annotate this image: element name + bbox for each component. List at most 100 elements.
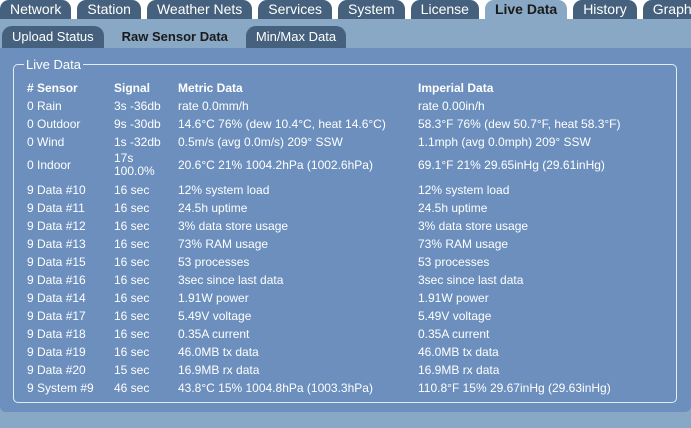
table-row-metric: 0.5m/s (avg 0.0m/s) 209° SSW [178, 135, 343, 149]
table-row-signal: 3s -36db [114, 99, 161, 113]
table-row-sensor: 9 Data #15 [27, 255, 86, 269]
table-row-signal: 16 sec [114, 255, 150, 269]
table-row-metric: 3sec since last data [178, 273, 284, 287]
table-row-metric: rate 0.0mm/h [178, 99, 249, 113]
table-row-imperial: 1.91W power [418, 291, 489, 305]
live-data-panel: Live Data # Sensor Signal Metric Data Imper… [0, 48, 691, 412]
table-row-signal: 9s -30db [114, 117, 161, 131]
table-row-sensor: 9 Data #14 [27, 291, 86, 305]
tab-services[interactable]: Services [258, 0, 332, 19]
table-header: # Sensor Signal Metric Data Imperial Data [14, 79, 674, 97]
table-row-metric: 46.0MB tx data [178, 345, 259, 359]
table-row-signal: 16 sec [114, 219, 150, 233]
table-row: 0 Outdoor 9s -30db 14.6°C 76% (dew 10.4°C,… [14, 115, 674, 133]
table-row-sensor: 9 Data #17 [27, 309, 86, 323]
table-row: 9 Data #17 16 sec 5.49V voltage 5.49V volta… [14, 307, 674, 325]
table-row-signal: 16 sec [114, 201, 150, 215]
table-row-sensor: 9 Data #10 [27, 183, 86, 197]
table-row-metric: 3% data store usage [178, 219, 289, 233]
table-row-signal: 16 sec [114, 291, 150, 305]
table-row: 9 Data #20 15 sec 16.9MB rx data 16.9MB rx … [14, 361, 674, 379]
table-row-sensor: 9 Data #12 [27, 219, 86, 233]
table-row-sensor: 9 Data #18 [27, 327, 86, 341]
table-row-imperial: 16.9MB rx data [418, 363, 500, 377]
table-row: 9 Data #13 16 sec 73% RAM usage 73% RAM usa… [14, 235, 674, 253]
table-row-imperial: rate 0.00in/h [418, 99, 485, 113]
table-row-signal: 16 sec [114, 327, 150, 341]
table-row-signal: 16 sec [114, 237, 150, 251]
table-row-imperial: 0.35A current [418, 327, 490, 341]
table-row-sensor: 0 Wind [27, 135, 65, 149]
table-row-sensor: 0 Outdoor [27, 117, 81, 131]
table-header-sensor: # Sensor [27, 81, 78, 95]
section-title: Live Data [26, 57, 81, 72]
subtab-upload-status[interactable]: Upload Status [2, 26, 104, 48]
table-row: 9 Data #18 16 sec 0.35A current 0.35A curre… [14, 325, 674, 343]
table-header-imperial: Imperial Data [418, 81, 494, 95]
table-row-imperial: 73% RAM usage [418, 237, 509, 251]
table-row-sensor: 9 Data #11 [27, 201, 85, 215]
tab-weather-nets[interactable]: Weather Nets [146, 0, 253, 19]
table-row-metric: 5.49V voltage [178, 309, 252, 323]
table-row: 9 Data #12 16 sec 3% data store usage 3% da… [14, 217, 674, 235]
table-row-signal: 16 sec [114, 309, 150, 323]
table-row-imperial: 3sec since last data [418, 273, 524, 287]
table-row-imperial: 5.49V voltage [418, 309, 492, 323]
table-row: 9 System #9 46 sec 43.8°C 15% 1004.8hPa (1… [14, 379, 674, 397]
table-row-imperial: 1.1mph (avg 0.0mph) 209° SSW [418, 135, 591, 149]
table-row-sensor: 9 System #9 [27, 381, 94, 395]
table-row-metric: 1.91W power [178, 291, 249, 305]
table-row-signal: 16 sec [114, 345, 150, 359]
table-row: 9 Data #11 16 sec 24.5h uptime 24.5h uptime [14, 199, 674, 217]
table-row-metric: 73% RAM usage [178, 237, 269, 251]
tab-license[interactable]: License [410, 0, 479, 19]
table-row-signal: 15 sec [114, 363, 150, 377]
table-row: 0 Indoor 17s 100.0% 20.6°C 21% 1004.2hPa (… [14, 151, 674, 179]
table-row: 9 Data #19 16 sec 46.0MB tx data 46.0MB tx … [14, 343, 674, 361]
table-row-imperial: 110.8°F 15% 29.67inHg (29.63inHg) [418, 381, 611, 395]
subtab-min-max-data[interactable]: Min/Max Data [245, 26, 347, 48]
sub-tab-bar: Upload Status Raw Sensor Data Min/Max Data [2, 26, 354, 48]
tab-history[interactable]: History [573, 0, 637, 19]
table-row-metric: 20.6°C 21% 1004.2hPa (1002.6hPa) [178, 158, 373, 172]
table-row: 9 Data #15 16 sec 53 processes 53 processes [14, 253, 674, 271]
table-row-metric: 43.8°C 15% 1004.8hPa (1003.3hPa) [178, 381, 373, 395]
table-row-signal: 46 sec [114, 381, 150, 395]
table-row-imperial: 24.5h uptime [418, 201, 488, 215]
table-row-signal: 16 sec [114, 183, 150, 197]
table-row-sensor: 9 Data #13 [27, 237, 86, 251]
table-row-signal: 16 sec [114, 273, 150, 287]
table-row: 9 Data #14 16 sec 1.91W power 1.91W power [14, 289, 674, 307]
table-row-imperial: 58.3°F 76% (dew 50.7°F, heat 58.3°F) [418, 117, 621, 131]
table-row-sensor: 0 Indoor [27, 158, 72, 172]
table-row: 0 Rain 3s -36db rate 0.0mm/h rate 0.00in/h [14, 97, 674, 115]
tab-station[interactable]: Station [77, 0, 141, 19]
table-row-metric: 0.35A current [178, 327, 250, 341]
table-row-imperial: 3% data store usage [418, 219, 529, 233]
subtab-raw-sensor-data[interactable]: Raw Sensor Data [111, 26, 238, 48]
table-row-metric: 12% system load [178, 183, 270, 197]
table-row-sensor: 9 Data #19 [27, 345, 86, 359]
table-row-metric: 14.6°C 76% (dew 10.4°C, heat 14.6°C) [178, 117, 386, 131]
table-row-sensor: 0 Rain [27, 99, 62, 113]
table-row-imperial: 46.0MB tx data [418, 345, 499, 359]
table-row-metric: 24.5h uptime [178, 201, 248, 215]
table-row: 9 Data #16 16 sec 3sec since last data 3sec… [14, 271, 674, 289]
tab-graphs[interactable]: Graphs [642, 0, 691, 19]
table-row-metric: 53 processes [178, 255, 250, 269]
top-nav: Network Station Weather Nets Services System… [0, 0, 691, 19]
top-tab-bar: Network Station Weather Nets Services System… [0, 0, 691, 19]
table-header-metric: Metric Data [178, 81, 243, 95]
table-row-imperial: 12% system load [418, 183, 510, 197]
table-row-imperial: 53 processes [418, 255, 490, 269]
tab-system[interactable]: System [337, 0, 405, 19]
tab-network[interactable]: Network [0, 0, 72, 19]
table-row-imperial: 69.1°F 21% 29.65inHg (29.61inHg) [418, 158, 605, 172]
table-row: 0 Wind 1s -32db 0.5m/s (avg 0.0m/s) 209° S… [14, 133, 674, 151]
table-row-metric: 16.9MB rx data [178, 363, 260, 377]
table-row: 9 Data #10 16 sec 12% system load 12% syste… [14, 181, 674, 199]
table-header-signal: Signal [114, 81, 151, 95]
table-row-signal: 17s 100.0% [114, 151, 155, 178]
table-row-sensor: 9 Data #16 [27, 273, 86, 287]
tab-live-data[interactable]: Live Data [484, 0, 568, 19]
